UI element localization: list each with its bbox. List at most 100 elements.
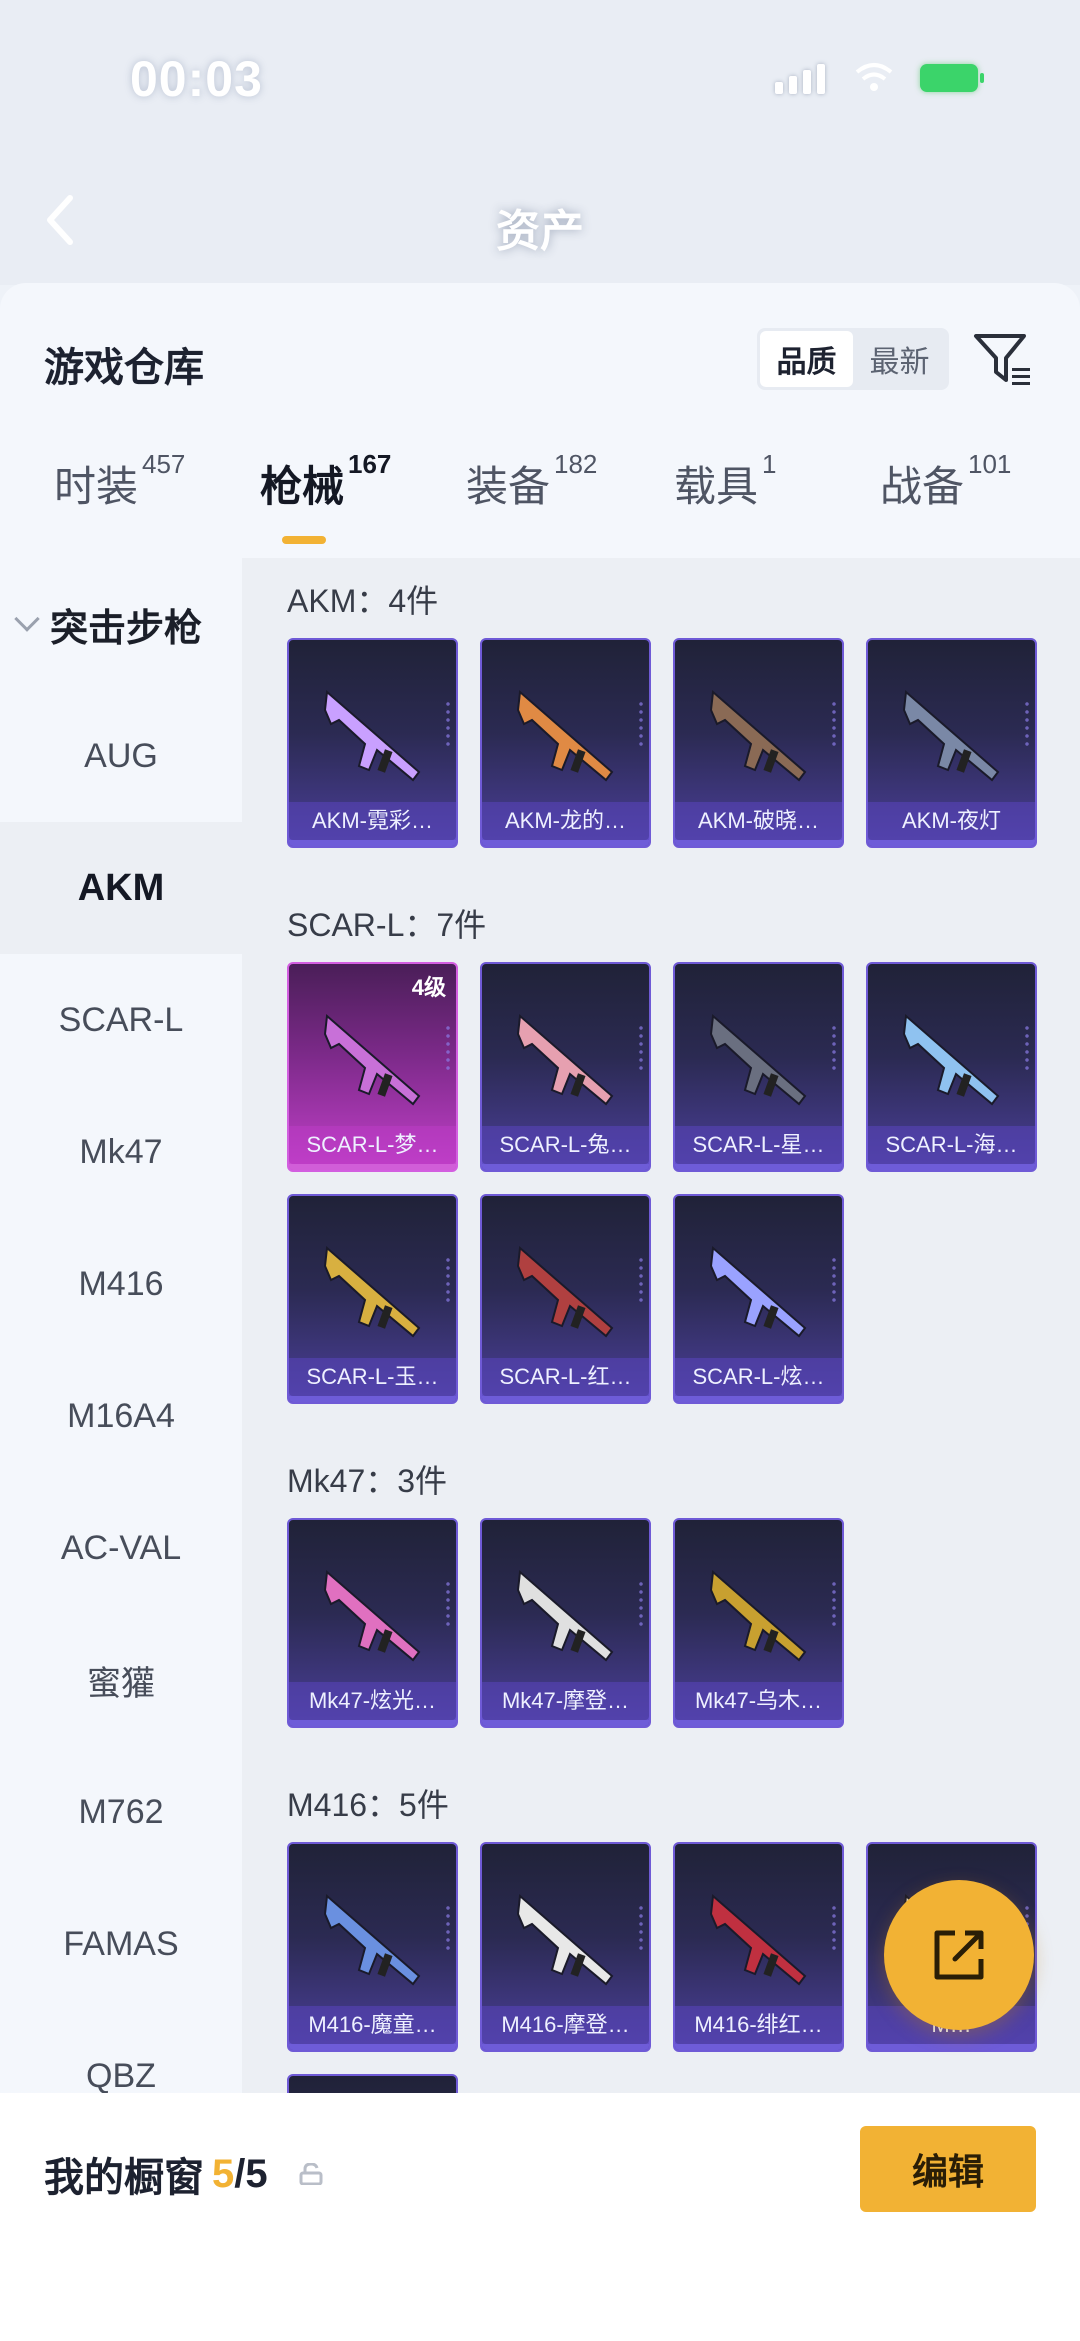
weapon-skin-card[interactable]: SCAR-L-炫…	[673, 1194, 844, 1404]
weapon-skin-card[interactable]: SCAR-L-海…	[866, 962, 1037, 1172]
edit-button[interactable]: 编辑	[860, 2126, 1036, 2212]
weapon-skin-card[interactable]: SCAR-L-玉…	[287, 1194, 458, 1404]
sidebar-item-m16a4[interactable]: M16A4	[0, 1350, 242, 1482]
decor-dots	[444, 1024, 452, 1074]
tab-count: 167	[348, 449, 392, 479]
blurred-header: 00:03 资产	[0, 0, 1080, 285]
sidebar-item-m762[interactable]: M762	[0, 1746, 242, 1878]
sidebar-item-qbz[interactable]: QBZ	[0, 2010, 242, 2094]
unlock-icon	[299, 2163, 323, 2185]
decor-dots	[830, 1904, 838, 1954]
decor-dots	[830, 1024, 838, 1074]
tab-count: 457	[142, 449, 186, 479]
sidebar-item-ac-val[interactable]: AC-VAL	[0, 1482, 242, 1614]
rifle-icon	[709, 1245, 807, 1338]
weapon-skin-name: Mk47-炫光…	[289, 1682, 456, 1720]
tab-count: 1	[762, 449, 777, 479]
rifle-icon	[709, 689, 807, 782]
weapon-skin-card[interactable]: AKM-霓彩…	[287, 638, 458, 848]
decor-dots	[444, 1256, 452, 1306]
tab-vehicles[interactable]: 载具 1	[674, 449, 776, 543]
weapon-skin-card[interactable]	[287, 2074, 458, 2093]
status-bar: 00:03	[0, 40, 1080, 120]
decor-dots	[637, 1580, 645, 1630]
weapon-skin-name: SCAR-L-红…	[482, 1358, 649, 1396]
decor-dots	[637, 1024, 645, 1074]
tab-weapons[interactable]: 枪械 167	[260, 449, 391, 543]
weapon-skin-name: AKM-龙的…	[482, 802, 649, 840]
tab-label: 装备	[466, 463, 551, 510]
weapon-skin-card[interactable]: M416-摩登…	[480, 1842, 651, 2052]
weapon-skin-name: AKM-破晓…	[675, 802, 842, 840]
rifle-icon	[709, 1569, 807, 1662]
showcase-separator: /	[234, 2151, 246, 2196]
decor-dots	[444, 1904, 452, 1954]
sidebar-item-famas[interactable]: FAMAS	[0, 1878, 242, 2010]
decor-dots	[637, 700, 645, 750]
sidebar-item-aug[interactable]: AUG	[0, 690, 242, 822]
status-time: 00:03	[130, 51, 263, 107]
decor-dots	[444, 1580, 452, 1630]
rifle-icon	[323, 689, 421, 782]
weapon-skin-name: Mk47-摩登…	[482, 1682, 649, 1720]
weapon-skin-name: SCAR-L-梦…	[289, 1126, 456, 1164]
signal-icon	[775, 64, 825, 94]
rifle-icon	[516, 689, 614, 782]
sidebar-item-akm[interactable]: AKM	[0, 822, 242, 954]
sidebar-item-mk47[interactable]: Mk47	[0, 1086, 242, 1218]
weapon-skin-name: AKM-夜灯	[868, 802, 1035, 840]
tab-count: 101	[968, 449, 1012, 479]
weapon-skin-name: M416-摩登…	[482, 2006, 649, 2044]
showcase-total: 5	[245, 2151, 268, 2196]
rifle-icon	[516, 1013, 614, 1106]
decor-dots	[1023, 1024, 1031, 1074]
weapon-skin-card[interactable]: AKM-夜灯	[866, 638, 1037, 848]
tab-equipment[interactable]: 装备 182	[466, 449, 597, 543]
showcase-title: 我的橱窗 5/5	[44, 2145, 324, 2203]
weapon-skin-list: AKM：4件 AKM-霓彩… AKM-龙的… AKM-破晓… AKM-夜灯 SCAR-L：…	[242, 558, 1080, 2093]
group-title: M416：5件	[287, 1787, 449, 1823]
weapon-skin-name: M416-魔童…	[289, 2006, 456, 2044]
weapon-skin-card[interactable]: AKM-龙的…	[480, 638, 651, 848]
group-title: AKM：4件	[287, 583, 439, 619]
weapon-skin-card[interactable]: M416-魔童…	[287, 1842, 458, 2052]
weapon-skin-name: AKM-霓彩…	[289, 802, 456, 840]
weapon-skin-name: SCAR-L-海…	[868, 1126, 1035, 1164]
decor-dots	[637, 1256, 645, 1306]
chevron-down-icon	[14, 606, 40, 632]
tab-label: 时装	[54, 463, 139, 510]
rifle-icon	[516, 1245, 614, 1338]
weapon-skin-name: SCAR-L-兔…	[482, 1126, 649, 1164]
share-icon	[934, 1930, 984, 1980]
weapon-skin-card[interactable]: Mk47-炫光…	[287, 1518, 458, 1728]
sidebar-item-honey-badger[interactable]: 蜜獾	[0, 1614, 242, 1746]
page-title: 资产	[496, 207, 584, 256]
tab-indicator	[282, 536, 326, 544]
sidebar-item-scar-l[interactable]: SCAR-L	[0, 954, 242, 1086]
sort-latest-button[interactable]: 最新	[853, 331, 946, 387]
tab-supplies[interactable]: 战备 101	[880, 449, 1011, 543]
decor-dots	[637, 1904, 645, 1954]
weapon-skin-card[interactable]: SCAR-L-红…	[480, 1194, 651, 1404]
sheet-title: 游戏仓库	[44, 346, 204, 390]
rifle-icon	[323, 1893, 421, 1986]
tab-count: 182	[554, 449, 598, 479]
weapon-skin-card[interactable]: Mk47-摩登…	[480, 1518, 651, 1728]
battery-icon	[920, 64, 984, 92]
sidebar-category[interactable]: 突击步枪	[0, 558, 242, 690]
sidebar-item-m416[interactable]: M416	[0, 1218, 242, 1350]
sort-quality-button[interactable]: 品质	[760, 331, 853, 387]
weapon-skin-card[interactable]: Mk47-乌木…	[673, 1518, 844, 1728]
decor-dots	[830, 700, 838, 750]
weapon-skin-card[interactable]: 4级 SCAR-L-梦…	[287, 962, 458, 1172]
weapon-skin-card[interactable]: SCAR-L-兔…	[480, 962, 651, 1172]
weapon-skin-card[interactable]: M416-绯红…	[673, 1842, 844, 2052]
rifle-icon	[323, 1569, 421, 1662]
weapon-skin-card[interactable]: AKM-破晓…	[673, 638, 844, 848]
weapon-skin-name: SCAR-L-炫…	[675, 1358, 842, 1396]
weapon-skin-card[interactable]: SCAR-L-星…	[673, 962, 844, 1172]
filter-icon[interactable]	[972, 328, 1034, 390]
share-button[interactable]	[884, 1880, 1034, 2030]
level-badge: 4级	[411, 975, 446, 1000]
tab-fashion[interactable]: 时装 457	[54, 449, 185, 543]
